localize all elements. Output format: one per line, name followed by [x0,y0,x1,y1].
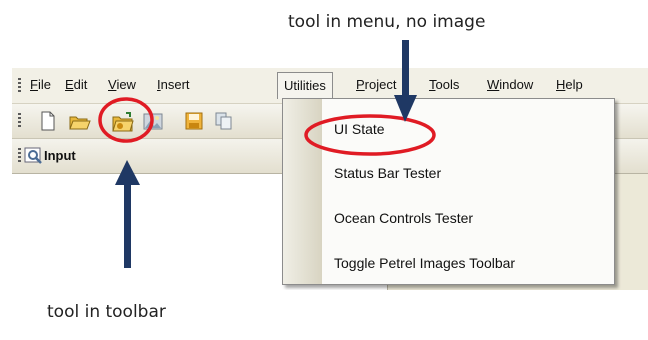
open-folder-icon[interactable] [69,111,91,131]
menu-help-mnemonic: H [556,77,566,92]
input-panel-grip[interactable] [18,148,21,164]
input-panel-title: Input [44,148,76,163]
save-icon[interactable] [184,111,204,131]
menu-help-rest: elp [565,77,583,92]
menu-window-mnemonic: W [487,77,500,92]
menu-edit[interactable]: Edit [65,77,87,92]
menu-edit-rest: dit [73,77,88,92]
menu-icon-gutter [283,99,322,284]
menu-tools-rest: ools [435,77,460,92]
menu-item-ocean-controls-tester[interactable]: Ocean Controls Tester [334,210,473,226]
menu-project[interactable]: Project [356,77,396,92]
menu-file[interactable]: File [30,77,51,92]
menu-insert-rest: nsert [160,77,190,92]
menu-edit-mnemonic: E [65,77,74,92]
open-plugin-folder-icon[interactable] [111,111,134,132]
bottom-annotation-caption: tool in toolbar [47,302,166,322]
menu-tools[interactable]: Tools [429,77,459,92]
menu-view[interactable]: View [108,77,136,92]
menu-help[interactable]: Help [556,77,583,92]
menu-window-rest: indow [499,77,534,92]
menu-item-toggle-petrel-images-toolbar[interactable]: Toggle Petrel Images Toolbar [334,255,515,271]
top-annotation-caption: tool in menu, no image [288,12,486,32]
utilities-dropdown-menu: UI State Status Bar Tester Ocean Control… [282,98,615,285]
menu-view-rest: iew [116,77,136,92]
new-document-icon[interactable] [38,111,58,131]
toolbar-grip[interactable] [18,113,21,129]
image-icon[interactable] [143,111,163,131]
menu-utilities[interactable]: Utilities [277,72,333,99]
menu-file-rest: ile [37,77,51,92]
menu-item-status-bar-tester[interactable]: Status Bar Tester [334,165,441,181]
menu-bar-grip[interactable] [18,78,21,94]
menu-insert[interactable]: Insert [157,77,190,92]
magnifier-icon [24,146,44,166]
menu-window[interactable]: Window [487,77,533,92]
menu-item-ui-state[interactable]: UI State [334,121,385,137]
copy-icon[interactable] [214,111,234,131]
menu-project-rest: roject [364,77,397,92]
menu-project-mnemonic: P [356,77,365,92]
application-window: File Edit View Insert Utilities Project … [12,68,648,290]
menu-file-mnemonic: F [30,77,38,92]
